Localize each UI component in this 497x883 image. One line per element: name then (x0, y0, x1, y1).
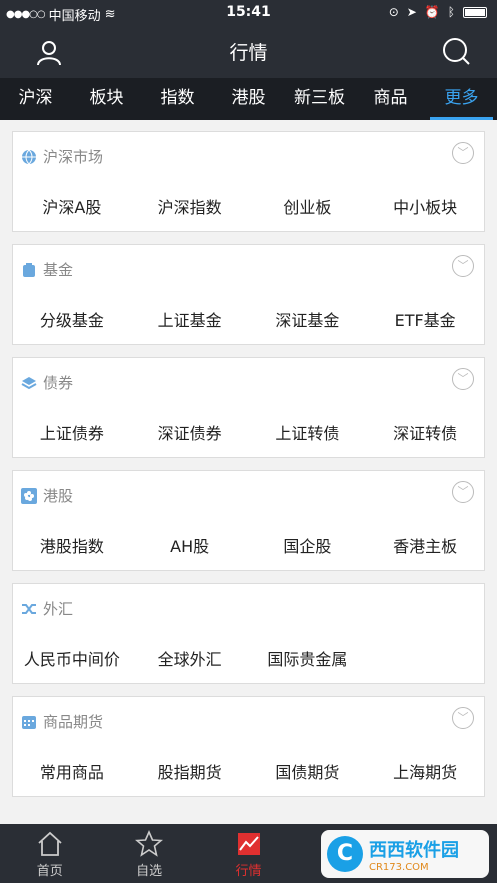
tab-index[interactable]: 指数 (142, 78, 213, 120)
lock-rotation-icon: ⊙ (388, 5, 399, 19)
card-header: 港股 (21, 485, 73, 506)
navigation-bar: 行情 (0, 26, 497, 78)
tab-sector[interactable]: 板块 (71, 78, 142, 120)
item-etf-fund[interactable]: ETF基金 (366, 307, 484, 331)
globe-icon (22, 149, 36, 164)
card-hk-stocks: 港股 ﹀ 港股指数 AH股 国企股 香港主板 (12, 470, 485, 571)
item-ah-shares[interactable]: AH股 (131, 533, 249, 557)
card-commodity-futures: 商品期货 ﹀ 常用商品 股指期货 国债期货 上海期货 (12, 696, 485, 797)
item-sz-convertible[interactable]: 深证转债 (366, 420, 484, 444)
chevron-down-icon[interactable]: ﹀ (452, 707, 474, 729)
item-a-shares[interactable]: 沪深A股 (13, 194, 131, 218)
calendar-icon (22, 715, 36, 729)
chevron-down-icon[interactable]: ﹀ (452, 142, 474, 164)
fund-icon (23, 262, 35, 277)
card-items: 港股指数 AH股 国企股 香港主板 (13, 533, 484, 557)
bottom-tab-home[interactable]: 首页 (0, 824, 99, 883)
home-icon (38, 831, 62, 856)
layers-icon (21, 376, 37, 389)
chevron-down-icon[interactable]: ﹀ (452, 368, 474, 390)
content-area: 沪深市场 ﹀ 沪深A股 沪深指数 创业板 中小板块 基金 ﹀ 分级基金 上证基金… (0, 120, 497, 824)
watermark-main: 西西软件园 (369, 839, 459, 861)
watermark-logo: C 西西软件园 CR173.COM (321, 830, 489, 878)
card-title: 基金 (43, 261, 74, 279)
item-sh-convertible[interactable]: 上证转债 (249, 420, 367, 444)
item-graded-fund[interactable]: 分级基金 (13, 307, 131, 331)
item-common-commodities[interactable]: 常用商品 (13, 759, 131, 783)
hk-flower-icon (21, 487, 37, 504)
item-rmb-central-parity[interactable]: 人民币中间价 (13, 646, 131, 670)
bottom-tab-market[interactable]: 行情 (199, 824, 298, 883)
watermark-logo-mark: C (327, 836, 363, 872)
watermark-text: 西西软件园 CR173.COM (369, 836, 459, 873)
item-sh-bond[interactable]: 上证债券 (13, 420, 131, 444)
item-sz-fund[interactable]: 深证基金 (249, 307, 367, 331)
card-title: 外汇 (43, 600, 74, 618)
card-header: 基金 (21, 259, 73, 280)
bottom-tab-label: 行情 (235, 864, 262, 879)
card-header: 沪深市场 (21, 146, 103, 167)
alarm-icon: ⏰ (424, 5, 440, 19)
item-index-futures[interactable]: 股指期货 (131, 759, 249, 783)
item-precious-metals[interactable]: 国际贵金属 (249, 646, 367, 670)
card-items: 沪深A股 沪深指数 创业板 中小板块 (13, 194, 484, 218)
bottom-tab-label: 首页 (36, 864, 63, 879)
item-sh-fund[interactable]: 上证基金 (131, 307, 249, 331)
card-items: 常用商品 股指期货 国债期货 上海期货 (13, 759, 484, 783)
item-empty (366, 646, 484, 670)
card-items: 分级基金 上证基金 深证基金 ETF基金 (13, 307, 484, 331)
item-hushen-index[interactable]: 沪深指数 (131, 194, 249, 218)
card-title: 商品期货 (43, 713, 104, 731)
status-bar: ●●●○○ 中国移动 ≋ 15:41 ⊙ ➤ ⏰ ᛒ (0, 0, 497, 26)
item-gem[interactable]: 创业板 (249, 194, 367, 218)
item-shanghai-futures[interactable]: 上海期货 (366, 759, 484, 783)
bottom-tab-label: 自选 (136, 864, 163, 879)
watermark-sub: CR173.COM (369, 861, 429, 873)
card-header: 债券 (21, 372, 73, 393)
tab-neeq[interactable]: 新三板 (284, 78, 355, 120)
page-title: 行情 (229, 42, 268, 64)
tab-commodity[interactable]: 商品 (355, 78, 426, 120)
tab-hushen[interactable]: 沪深 (0, 78, 71, 120)
item-sz-bond[interactable]: 深证债券 (131, 420, 249, 444)
star-icon (135, 830, 164, 857)
card-hushen-market: 沪深市场 ﹀ 沪深A股 沪深指数 创业板 中小板块 (12, 131, 485, 232)
chart-icon (237, 833, 260, 855)
card-bond: 债券 ﹀ 上证债券 深证债券 上证转债 深证转债 (12, 357, 485, 458)
item-hk-index[interactable]: 港股指数 (13, 533, 131, 557)
battery-icon (463, 6, 487, 18)
item-sme-board[interactable]: 中小板块 (366, 194, 484, 218)
market-tabs: 沪深 板块 指数 港股 新三板 商品 更多 (0, 78, 497, 120)
item-hk-main-board[interactable]: 香港主板 (366, 533, 484, 557)
card-header: 商品期货 (21, 711, 103, 732)
card-fund: 基金 ﹀ 分级基金 上证基金 深证基金 ETF基金 (12, 244, 485, 345)
bottom-tab-watchlist[interactable]: 自选 (99, 824, 198, 883)
item-global-forex[interactable]: 全球外汇 (131, 646, 249, 670)
card-title: 债券 (43, 374, 74, 392)
card-header: 外汇 (21, 598, 73, 619)
card-forex: 外汇 人民币中间价 全球外汇 国际贵金属 (12, 583, 485, 684)
item-bond-futures[interactable]: 国债期货 (249, 759, 367, 783)
card-title: 港股 (43, 487, 74, 505)
chevron-down-icon[interactable]: ﹀ (452, 481, 474, 503)
item-h-shares[interactable]: 国企股 (249, 533, 367, 557)
card-title: 沪深市场 (43, 148, 104, 166)
search-icon[interactable] (441, 36, 471, 66)
status-icons: ⊙ ➤ ⏰ ᛒ (389, 5, 487, 19)
location-icon: ➤ (406, 5, 417, 19)
tab-hk[interactable]: 港股 (213, 78, 284, 120)
exchange-icon (22, 603, 36, 614)
tab-more[interactable]: 更多 (426, 78, 497, 120)
card-items: 人民币中间价 全球外汇 国际贵金属 (13, 646, 484, 670)
chevron-down-icon[interactable]: ﹀ (452, 255, 474, 277)
card-items: 上证债券 深证债券 上证转债 深证转债 (13, 420, 484, 444)
bluetooth-icon: ᛒ (447, 5, 455, 19)
